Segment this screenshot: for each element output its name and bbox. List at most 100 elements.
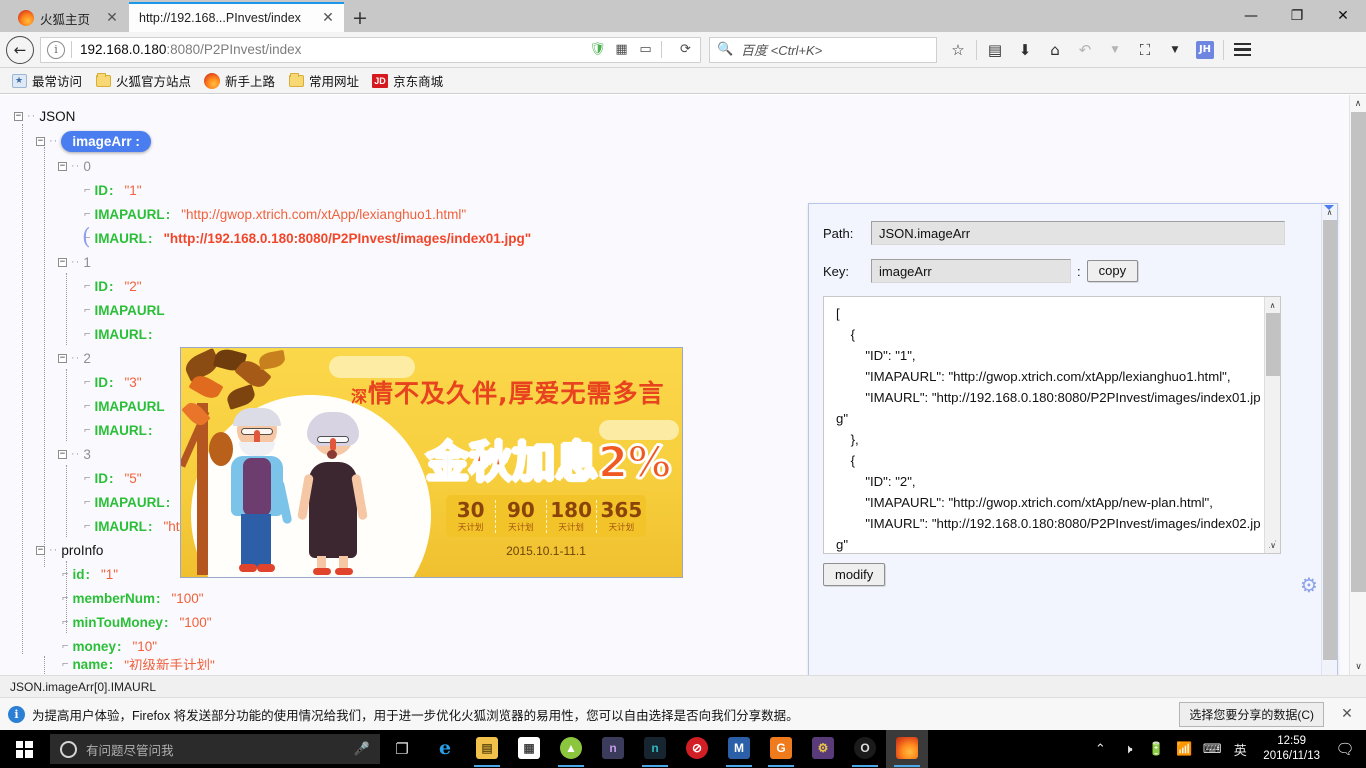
- modify-button[interactable]: modify: [823, 563, 886, 586]
- jh-extension-icon[interactable]: JH: [1190, 35, 1220, 65]
- tree-row-leaf-imapaurl-1[interactable]: ⌐ IMAPAURL: [0, 298, 800, 322]
- tree-row-leaf-id-0[interactable]: ⌐ ID: "1": [0, 178, 800, 202]
- tree-row-proinfo-membernum[interactable]: ⌐ memberNum: "100": [0, 586, 800, 610]
- bookmark-star-icon[interactable]: ☆: [943, 35, 973, 65]
- tree-toggle-index-3[interactable]: −: [58, 449, 67, 459]
- copy-button[interactable]: copy: [1086, 259, 1139, 283]
- browser-tab-1[interactable]: http://192.168...PInvest/index ✕: [129, 2, 344, 32]
- json-sb-up-arrow[interactable]: ∧: [1265, 297, 1280, 313]
- tree-row-leaf-imaurl-0[interactable]: ( ⌐ IMAURL: "http://192.168.0.180:8080/P…: [0, 225, 800, 250]
- taskbar-item-mb[interactable]: M: [718, 730, 760, 768]
- bookmark-getting-started[interactable]: 新手上路: [199, 69, 280, 92]
- json-text-area-scrollbar[interactable]: ∧ ∨: [1264, 297, 1280, 553]
- share-data-button[interactable]: 选择您要分享的数据(C): [1179, 701, 1324, 727]
- shield-icon[interactable]: 🛡: [589, 41, 606, 58]
- tree-row-index-1[interactable]: − ·· 1: [0, 250, 800, 274]
- taskbar-item-edge[interactable]: e: [424, 730, 466, 768]
- search-bar[interactable]: 🔍 百度 <Ctrl+K>: [709, 36, 937, 63]
- tree-row-index-0[interactable]: − ·· 0: [0, 154, 800, 178]
- tree-row-leaf-imaurl-1[interactable]: ⌐ IMAURL:: [0, 322, 800, 346]
- start-button[interactable]: [0, 730, 48, 768]
- taskbar-item-ide[interactable]: ⚙: [802, 730, 844, 768]
- restore-button[interactable]: ❐: [1274, 0, 1320, 32]
- bookmark-most-visited[interactable]: ★ 最常访问: [6, 69, 87, 92]
- back-button[interactable]: ←: [6, 35, 34, 64]
- tree-toggle-root[interactable]: −: [14, 111, 23, 121]
- tree-toggle-index-2[interactable]: −: [58, 353, 67, 363]
- browser-tab-0[interactable]: 火狐主页 ✕: [8, 4, 128, 32]
- taskbar-item-file-explorer[interactable]: ▤: [466, 730, 508, 768]
- minimize-button[interactable]: —: [1228, 0, 1274, 32]
- most-visited-icon: ★: [11, 73, 27, 89]
- reader-mode-icon[interactable]: ▭: [637, 41, 654, 58]
- tree-value-imapaurl-0: "http://gwop.xtrich.com/xtApp/lexianghuo…: [181, 206, 467, 222]
- json-text-area[interactable]: [ { "ID": "1", "IMAPAURL": "http://gwop.…: [823, 296, 1281, 554]
- taskbar-item-firefox[interactable]: [886, 730, 928, 768]
- taskbar-item-android-studio[interactable]: ▲: [550, 730, 592, 768]
- input-method-icon[interactable]: 英: [1227, 740, 1253, 759]
- tree-dots-imagearr: ··: [49, 135, 59, 147]
- action-center-icon[interactable]: 🗨: [1330, 740, 1360, 758]
- page-sb-thumb[interactable]: [1351, 112, 1366, 592]
- tab-close-1[interactable]: ✕: [320, 10, 336, 26]
- page-scrollbar[interactable]: ∧ ∨: [1349, 95, 1366, 675]
- reload-icon[interactable]: ⟳: [677, 41, 694, 58]
- page-sb-down-arrow[interactable]: ∨: [1350, 658, 1366, 675]
- tree-row-imagearr[interactable]: − ·· imageArr :: [0, 128, 800, 154]
- taskbar-item-nox-1[interactable]: n: [592, 730, 634, 768]
- menu-icon[interactable]: [1227, 35, 1257, 65]
- microphone-icon[interactable]: 🎤: [354, 742, 370, 757]
- new-tab-button[interactable]: +: [345, 4, 375, 32]
- chevron-down-icon[interactable]: ▼: [1100, 35, 1130, 65]
- battery-icon[interactable]: 🔋: [1143, 742, 1169, 757]
- taskbar-item-nox-2[interactable]: n: [634, 730, 676, 768]
- cortana-search-box[interactable]: 有问题尽管问我 🎤: [50, 734, 380, 764]
- taskbar-item-store[interactable]: ▦: [508, 730, 550, 768]
- undo-icon[interactable]: ↶: [1070, 35, 1100, 65]
- tree-toggle-imagearr[interactable]: −: [36, 136, 45, 146]
- panel-scrollbar[interactable]: ∧ ∨: [1321, 204, 1337, 675]
- keyboard-icon[interactable]: ⌨: [1199, 742, 1225, 757]
- banner-subheadline: 金秋加息2%: [425, 437, 672, 489]
- volume-muted-icon[interactable]: 🕨: [1115, 742, 1141, 757]
- taskbar-item-pdf[interactable]: G: [760, 730, 802, 768]
- tree-row-leaf-imapaurl-0[interactable]: ⌐ IMAPAURL: "http://gwop.xtrich.com/xtAp…: [0, 202, 800, 226]
- close-button[interactable]: ✕: [1320, 0, 1366, 32]
- json-sb-thumb[interactable]: [1266, 313, 1280, 376]
- panel-sb-thumb[interactable]: [1323, 220, 1337, 660]
- task-view-icon[interactable]: ❐: [380, 730, 424, 768]
- key-input[interactable]: imageArr: [871, 259, 1071, 283]
- home-icon[interactable]: ⌂: [1040, 35, 1070, 65]
- download-icon[interactable]: ⬇: [1010, 35, 1040, 65]
- json-textarea-resize-grip[interactable]: ⋰: [1268, 541, 1280, 553]
- url-bar[interactable]: i 192.168.0.180:8080/P2PInvest/index 🛡 ▦…: [40, 36, 701, 63]
- notification-close-icon[interactable]: ✕: [1336, 706, 1358, 722]
- library-icon[interactable]: ▤: [980, 35, 1010, 65]
- tree-row-proinfo-mintoumoney[interactable]: ⌐ minTouMoney: "100": [0, 610, 800, 634]
- tree-toggle-proinfo[interactable]: −: [36, 545, 45, 555]
- bookmark-common-sites[interactable]: 常用网址: [283, 69, 364, 92]
- tray-expand-icon[interactable]: ⌃: [1087, 742, 1113, 757]
- screenshot-icon[interactable]: ⛶: [1130, 35, 1160, 65]
- taskbar-item-opera[interactable]: O: [844, 730, 886, 768]
- tree-toggle-index-1[interactable]: −: [58, 257, 67, 267]
- site-info-icon[interactable]: i: [47, 40, 65, 59]
- gear-icon[interactable]: ⚙: [1298, 574, 1320, 596]
- qrcode-icon[interactable]: ▦: [613, 41, 630, 58]
- tab-close-0[interactable]: ✕: [104, 10, 120, 26]
- taskbar-item-stop[interactable]: ⊘: [676, 730, 718, 768]
- taskbar-clock[interactable]: 12:59 2016/11/13: [1255, 734, 1328, 764]
- bookmark-firefox-official[interactable]: 火狐官方站点: [90, 69, 196, 92]
- browser-status-bar: JSON.imageArr[0].IMAURL: [0, 675, 1366, 697]
- tree-row-proinfo-name[interactable]: ⌐ name: "初级新手计划": [0, 658, 800, 670]
- path-input[interactable]: JSON.imageArr: [871, 221, 1285, 245]
- tree-toggle-index-0[interactable]: −: [58, 161, 67, 171]
- wifi-icon[interactable]: 📶: [1171, 742, 1197, 757]
- tree-row-root[interactable]: − ·· JSON: [0, 104, 800, 128]
- bookmark-jd[interactable]: JD 京东商城: [367, 69, 448, 92]
- tree-row-leaf-id-1[interactable]: ⌐ ID: "2": [0, 274, 800, 298]
- chevron-down-icon-2[interactable]: ▼: [1160, 35, 1190, 65]
- tree-key-imaurl-2: IMAURL: [94, 422, 147, 438]
- tree-row-proinfo-money[interactable]: ⌐ money: "10": [0, 634, 800, 658]
- page-sb-up-arrow[interactable]: ∧: [1350, 95, 1366, 112]
